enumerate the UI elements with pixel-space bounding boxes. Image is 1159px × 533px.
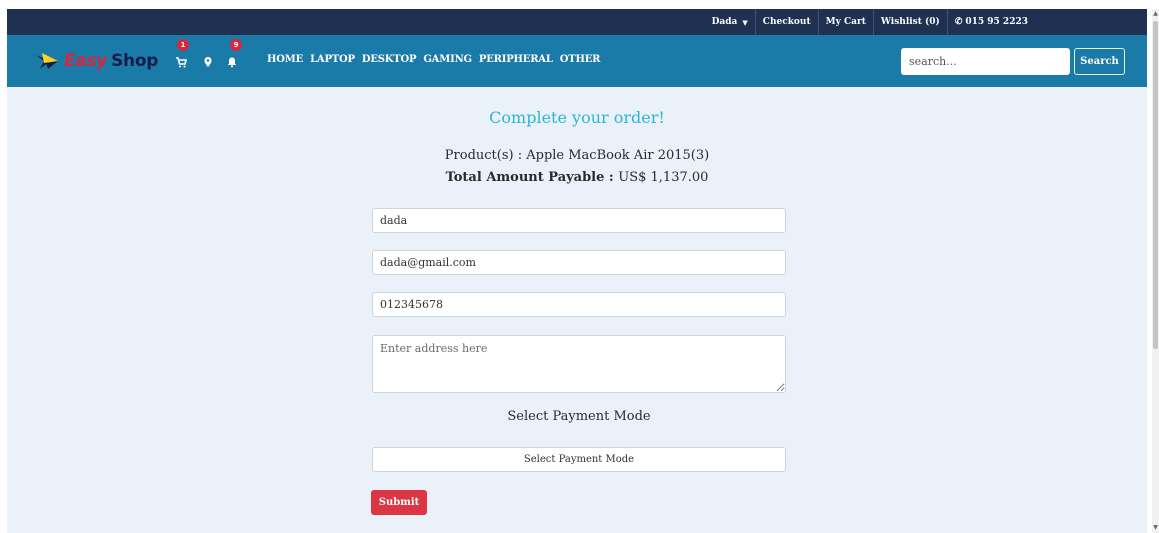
primary-nav: HOME LAPTOP DESKTOP GAMING PERIPHERAL OT…	[267, 54, 600, 65]
total-label: Total Amount Payable :	[445, 170, 619, 185]
nav-link-home[interactable]: HOME	[267, 54, 303, 65]
main-navbar: Easy Shop 1 9 HOME LAPTOP DESKTOP GAMING…	[7, 35, 1147, 87]
phone-number: 015 95 2223	[965, 17, 1028, 27]
wishlist-label: Wishlist (0)	[880, 17, 940, 27]
bird-logo-icon	[36, 53, 58, 69]
user-dropdown[interactable]: Dada ▼	[705, 9, 755, 35]
notification-count-badge: 9	[230, 39, 242, 51]
my-cart-label: My Cart	[825, 17, 866, 27]
page: Dada ▼ Checkout My Cart Wishlist (0) ✆ 0…	[0, 0, 1159, 533]
payment-mode-heading: Select Payment Mode	[507, 409, 651, 424]
logo-shop-text: Shop	[111, 51, 159, 71]
order-form-section: Complete your order! Product(s) : Apple …	[7, 87, 1147, 533]
map-marker-icon[interactable]	[202, 56, 214, 68]
bell-icon[interactable]	[226, 56, 238, 68]
wishlist-link[interactable]: Wishlist (0)	[872, 9, 947, 35]
product-value: Apple MacBook Air 2015(3)	[526, 148, 710, 163]
phone-field[interactable]: 012345678	[372, 292, 786, 317]
caret-down-icon: ▼	[742, 17, 748, 27]
name-field[interactable]: dada	[372, 208, 786, 233]
page-title: Complete your order!	[489, 108, 665, 127]
user-name: Dada	[711, 17, 738, 27]
search-button[interactable]: Search	[1074, 48, 1125, 75]
scroll-down-arrow-icon[interactable]: ▼	[1152, 524, 1159, 532]
top-utility-bar: Dada ▼ Checkout My Cart Wishlist (0) ✆ 0…	[7, 9, 1147, 35]
cart-count-badge: 1	[177, 39, 189, 51]
nav-link-other[interactable]: OTHER	[560, 54, 601, 65]
search-input[interactable]	[901, 48, 1070, 75]
vertical-scrollbar[interactable]: ▲ ▼	[1152, 9, 1159, 533]
address-textarea[interactable]	[372, 335, 786, 393]
nav-link-desktop[interactable]: DESKTOP	[362, 54, 417, 65]
submit-button[interactable]: Submit	[371, 490, 427, 515]
scrollbar-thumb[interactable]	[1153, 21, 1158, 349]
site-logo[interactable]: Easy Shop	[36, 48, 158, 74]
email-field[interactable]: dada@gmail.com	[372, 250, 786, 275]
product-label: Product(s) :	[444, 148, 527, 163]
scroll-up-arrow-icon[interactable]: ▲	[1152, 10, 1159, 18]
checkout-label: Checkout	[762, 17, 811, 27]
my-cart-link[interactable]: My Cart	[817, 9, 873, 35]
payment-mode-select[interactable]: Select Payment Mode	[372, 447, 786, 472]
nav-link-peripheral[interactable]: PERIPHERAL	[479, 54, 553, 65]
nav-link-laptop[interactable]: LAPTOP	[310, 54, 355, 65]
total-summary: Total Amount Payable : US$ 1,137.00	[7, 170, 1147, 185]
total-value: US$ 1,137.00	[618, 170, 709, 185]
phone-icon: ✆	[954, 17, 963, 27]
cart-icon[interactable]	[175, 56, 187, 68]
logo-easy-text: Easy	[64, 51, 108, 71]
nav-link-gaming[interactable]: GAMING	[423, 54, 472, 65]
checkout-link[interactable]: Checkout	[754, 9, 818, 35]
product-summary: Product(s) : Apple MacBook Air 2015(3)	[7, 148, 1147, 163]
phone-link[interactable]: ✆ 015 95 2223	[946, 9, 1035, 35]
